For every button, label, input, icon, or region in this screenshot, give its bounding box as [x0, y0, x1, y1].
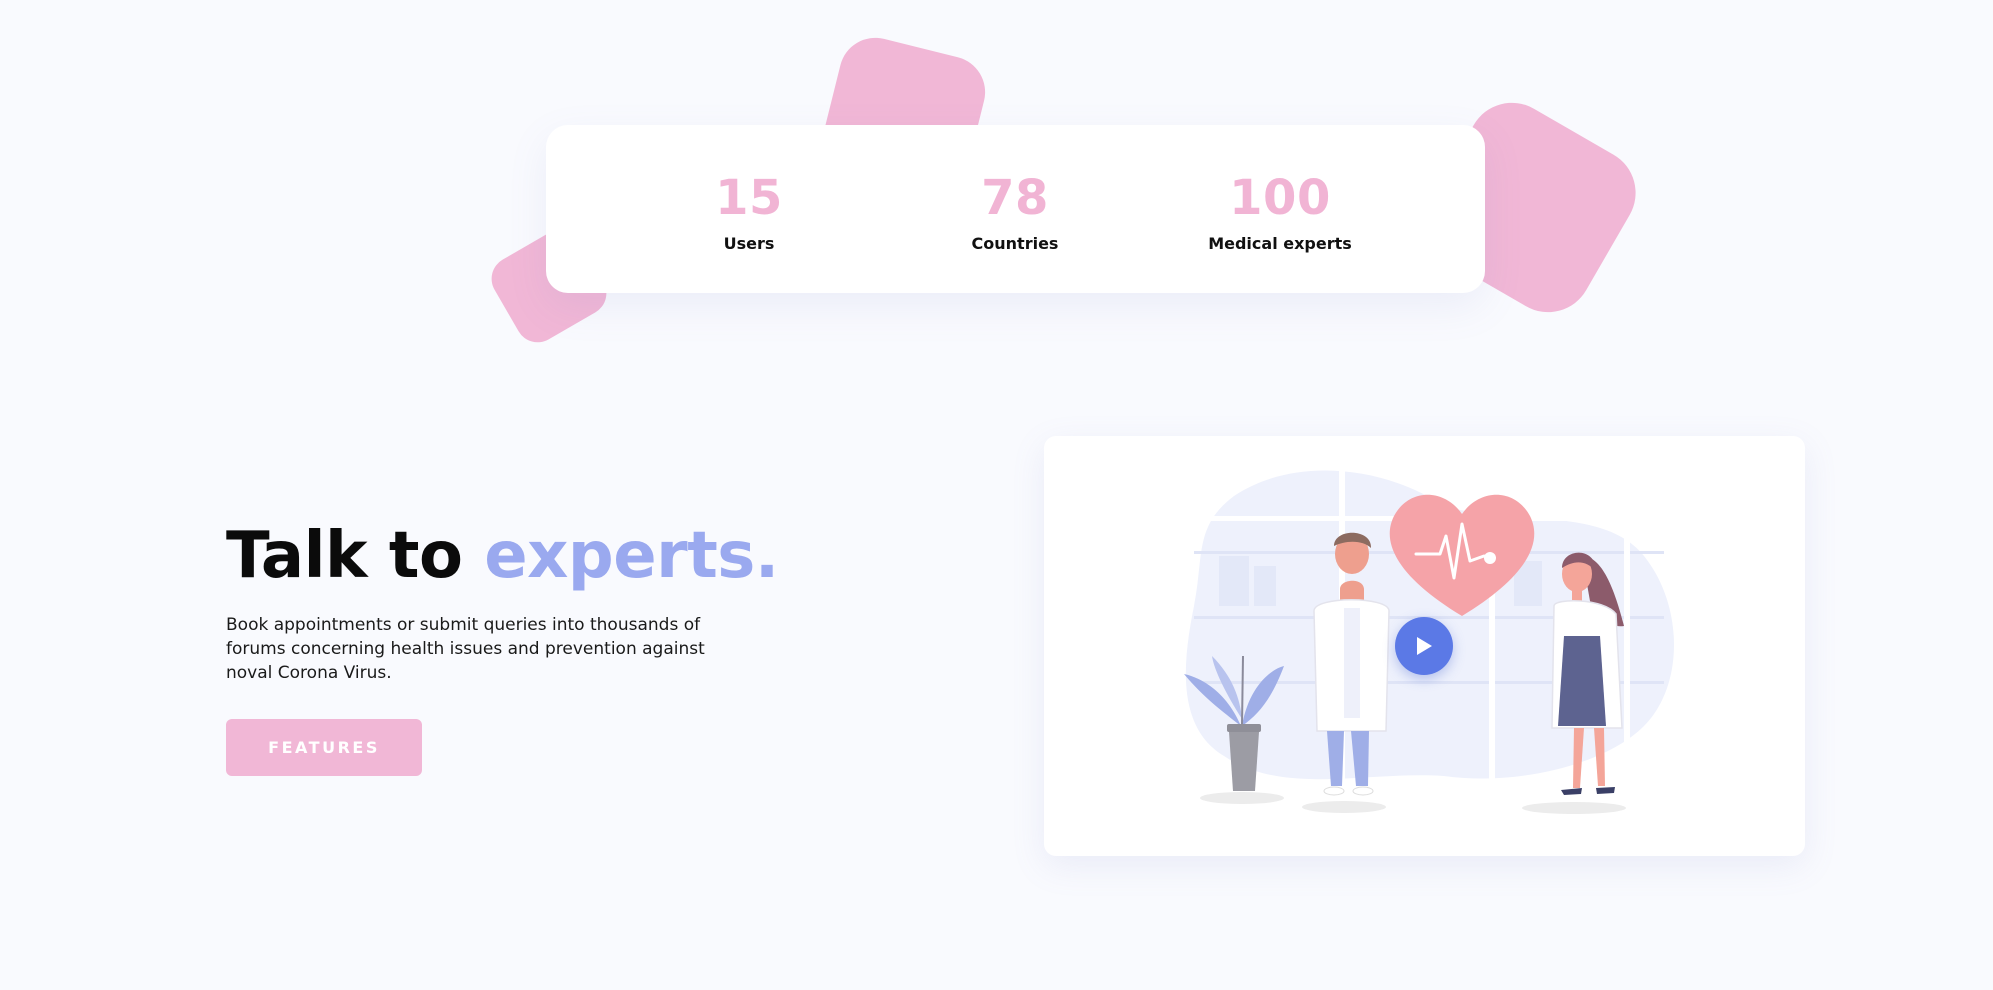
stat-medical-experts: 100 Medical experts [1170, 170, 1390, 254]
play-icon [1417, 637, 1432, 655]
stat-label: Medical experts [1208, 234, 1352, 253]
play-button[interactable] [1395, 617, 1453, 675]
features-button[interactable]: FEATURES [226, 719, 422, 776]
stat-label: Countries [971, 234, 1059, 253]
hero-title-main: Talk to [226, 519, 485, 593]
stat-countries: 78 Countries [905, 170, 1125, 254]
video-card[interactable] [1044, 436, 1805, 856]
stat-number: 100 [1229, 170, 1331, 226]
hero-title: Talk to experts. [226, 518, 779, 594]
stats-card: 15 Users 78 Countries 100 Medical expert… [546, 125, 1485, 293]
stat-users: 15 Users [639, 170, 859, 254]
page: 15 Users 78 Countries 100 Medical expert… [0, 0, 1993, 990]
hero-title-accent: experts. [484, 519, 779, 593]
stat-number: 15 [715, 170, 783, 226]
hero-description: Book appointments or submit queries into… [226, 615, 705, 683]
stat-label: Users [723, 234, 775, 253]
stat-number: 78 [981, 170, 1049, 226]
